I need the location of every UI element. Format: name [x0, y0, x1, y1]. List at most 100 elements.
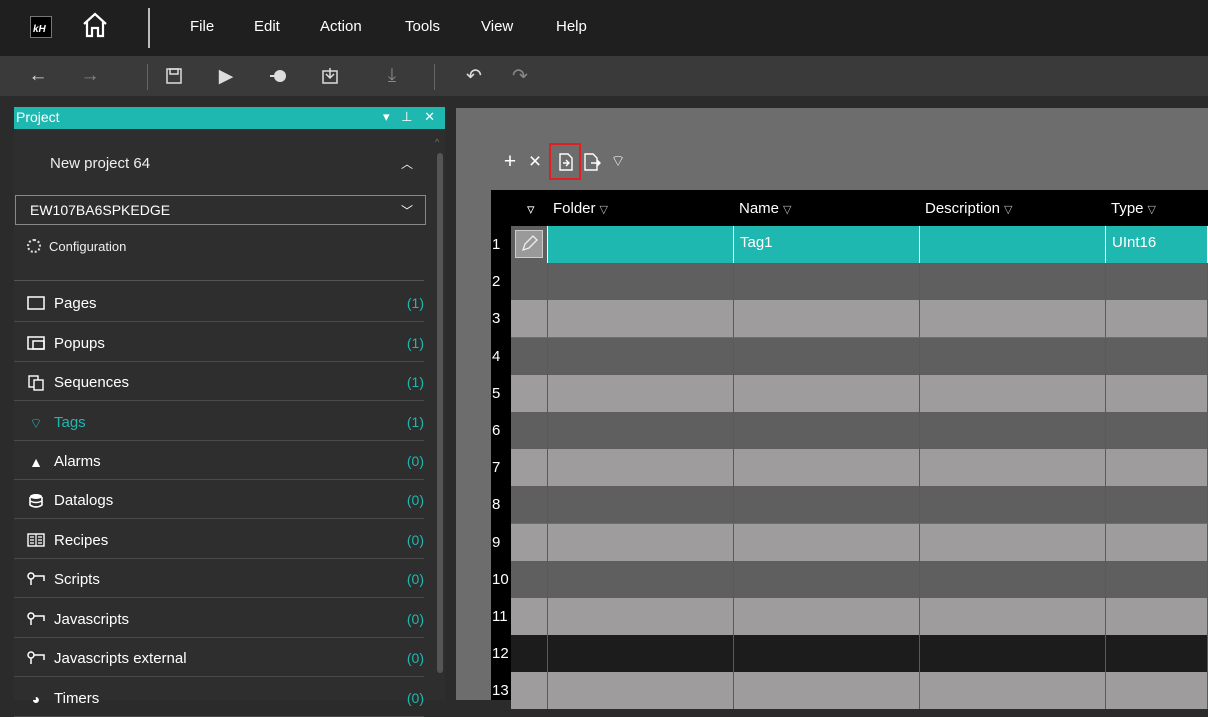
menu-help[interactable]: Help: [556, 18, 587, 35]
play-icon[interactable]: ▶: [212, 62, 240, 90]
download-box-icon[interactable]: [316, 62, 344, 90]
cell-name[interactable]: [734, 263, 920, 301]
cell-type[interactable]: [1106, 300, 1208, 338]
undo-icon[interactable]: ↶: [460, 62, 488, 90]
download-icon[interactable]: ⤓: [378, 62, 406, 90]
scroll-thumb[interactable]: [437, 153, 443, 673]
scroll-up-icon[interactable]: ^: [435, 137, 439, 147]
cell-type[interactable]: [1106, 672, 1208, 710]
table-row[interactable]: [511, 635, 1208, 673]
edit-cell[interactable]: [511, 300, 548, 338]
panel-scrollbar[interactable]: ^: [435, 129, 445, 700]
cell-type[interactable]: [1106, 635, 1208, 673]
cell-name[interactable]: [734, 560, 920, 598]
edit-cell[interactable]: [511, 486, 548, 524]
cell-description[interactable]: [920, 226, 1106, 263]
pencil-icon[interactable]: [515, 230, 543, 258]
device-select[interactable]: EW107BA6SPKEDGE ﹀: [15, 195, 426, 225]
edit-cell[interactable]: [511, 226, 548, 263]
edit-cell[interactable]: [511, 374, 548, 412]
edit-cell[interactable]: [511, 672, 548, 710]
menu-file[interactable]: File: [190, 18, 214, 35]
table-row[interactable]: [511, 374, 1208, 412]
cell-name[interactable]: [734, 672, 920, 710]
table-row[interactable]: [511, 263, 1208, 301]
filter-icon[interactable]: ▽: [783, 204, 791, 216]
sidebar-item-recipes[interactable]: Recipes (0): [14, 523, 424, 559]
sidebar-item-datalogs[interactable]: Datalogs (0): [14, 483, 424, 519]
cell-type[interactable]: UInt16: [1106, 226, 1208, 263]
cell-type[interactable]: [1106, 560, 1208, 598]
cell-description[interactable]: [920, 374, 1106, 412]
home-icon[interactable]: [81, 11, 109, 39]
cell-folder[interactable]: [548, 374, 734, 412]
project-name[interactable]: New project 64: [50, 155, 150, 172]
tag-import-icon[interactable]: ⌔: [607, 149, 629, 175]
edit-cell[interactable]: [511, 598, 548, 635]
cell-description[interactable]: [920, 486, 1106, 524]
table-row[interactable]: [511, 486, 1208, 524]
edit-cell[interactable]: [511, 449, 548, 487]
cell-name[interactable]: [734, 486, 920, 524]
add-icon[interactable]: +: [499, 149, 521, 175]
edit-cell[interactable]: [511, 412, 548, 449]
cell-name[interactable]: [734, 598, 920, 635]
cell-folder[interactable]: [548, 226, 734, 263]
cell-folder[interactable]: [548, 598, 734, 635]
filter-icon[interactable]: ▽: [600, 204, 608, 216]
cell-folder[interactable]: [548, 337, 734, 375]
cell-name[interactable]: [734, 300, 920, 338]
table-row[interactable]: [511, 560, 1208, 598]
edit-cell[interactable]: [511, 523, 548, 561]
cell-name[interactable]: [734, 374, 920, 412]
sidebar-item-tags[interactable]: ⌔ Tags (1): [14, 405, 424, 441]
cell-type[interactable]: [1106, 486, 1208, 524]
menu-edit[interactable]: Edit: [254, 18, 280, 35]
table-row[interactable]: [511, 300, 1208, 338]
cell-name[interactable]: [734, 449, 920, 487]
edit-cell[interactable]: [511, 560, 548, 598]
back-arrow-icon[interactable]: ←: [24, 62, 52, 90]
menu-view[interactable]: View: [481, 18, 513, 35]
forward-arrow-icon[interactable]: →: [76, 62, 104, 90]
cell-folder[interactable]: [548, 449, 734, 487]
cell-folder[interactable]: [548, 560, 734, 598]
cell-description[interactable]: [920, 263, 1106, 301]
simulate-icon[interactable]: [264, 62, 292, 90]
menu-action[interactable]: Action: [320, 18, 362, 35]
menu-tools[interactable]: Tools: [405, 18, 440, 35]
sidebar-item-pages[interactable]: Pages (1): [14, 286, 424, 322]
cell-description[interactable]: [920, 672, 1106, 710]
column-description[interactable]: Description ▽: [925, 200, 1013, 217]
sidebar-item-scripts[interactable]: Scripts (0): [14, 562, 424, 598]
cell-type[interactable]: [1106, 374, 1208, 412]
edit-cell[interactable]: [511, 337, 548, 375]
edit-cell[interactable]: [511, 635, 548, 673]
table-row[interactable]: [511, 337, 1208, 375]
cell-description[interactable]: [920, 598, 1106, 635]
cell-folder[interactable]: [548, 486, 734, 524]
column-type[interactable]: Type ▽: [1111, 200, 1156, 217]
table-row[interactable]: [511, 412, 1208, 449]
cell-folder[interactable]: [548, 635, 734, 673]
cell-name[interactable]: [734, 635, 920, 673]
save-icon[interactable]: [160, 62, 188, 90]
cell-type[interactable]: [1106, 598, 1208, 635]
cell-description[interactable]: [920, 635, 1106, 673]
column-folder[interactable]: Folder ▽: [553, 200, 608, 217]
cell-name[interactable]: [734, 523, 920, 561]
cell-description[interactable]: [920, 523, 1106, 561]
cell-type[interactable]: [1106, 523, 1208, 561]
sidebar-item-timers[interactable]: ◕ Timers (0): [14, 681, 424, 717]
sidebar-item-javascripts[interactable]: Javascripts (0): [14, 602, 424, 638]
cell-name[interactable]: [734, 412, 920, 449]
table-row[interactable]: [511, 672, 1208, 710]
redo-icon[interactable]: ↷: [506, 62, 534, 90]
delete-icon[interactable]: ×: [524, 149, 546, 175]
cell-description[interactable]: [920, 337, 1106, 375]
cell-type[interactable]: [1106, 337, 1208, 375]
cell-name[interactable]: Tag1: [734, 226, 920, 263]
cell-type[interactable]: [1106, 412, 1208, 449]
cell-description[interactable]: [920, 412, 1106, 449]
sidebar-item-popups[interactable]: Popups (1): [14, 326, 424, 362]
